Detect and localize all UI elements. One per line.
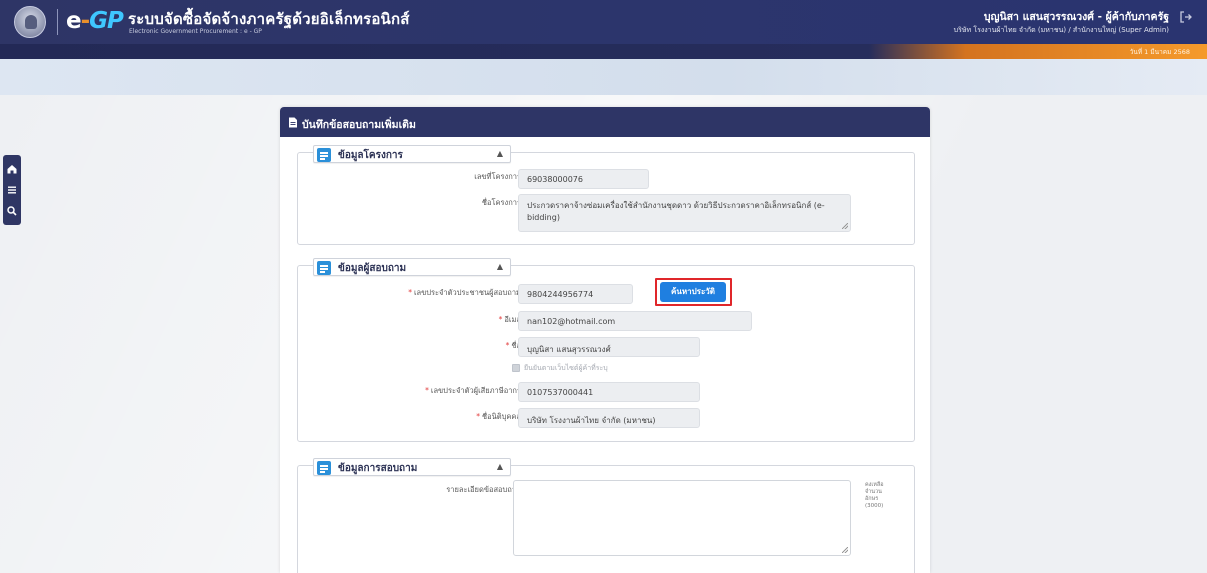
citizen-id-label-text: เลขประจำตัวประชาชนผู้สอบถาม bbox=[413, 288, 521, 297]
home-icon[interactable] bbox=[6, 163, 18, 175]
character-counter: คงเหลือจำนวน อักษร (3000) bbox=[865, 482, 895, 510]
name-field: บุญนิสา แสนสุวรรณวงศ์ bbox=[518, 337, 700, 357]
required-mark: * bbox=[408, 288, 412, 297]
project-name-label: ชื่อโครงการ bbox=[481, 198, 521, 207]
user-organization: บริษัท โรงงานผ้าไทย จำกัด (มหาชน) / สำนั… bbox=[953, 26, 1169, 34]
resize-grip[interactable] bbox=[842, 547, 848, 553]
search-icon[interactable] bbox=[6, 205, 18, 217]
logo-e: e bbox=[66, 8, 82, 34]
date-strip: วันที่ 1 มีนาคม 2568 bbox=[0, 44, 1207, 59]
header-divider bbox=[57, 9, 58, 35]
collapse-caret-icon[interactable]: ▲ bbox=[497, 149, 503, 158]
required-mark: * bbox=[425, 386, 429, 395]
company-field: บริษัท โรงงานผ้าไทย จำกัด (มหาชน) bbox=[518, 408, 700, 428]
top-header: e-GP ระบบจัดซื้อจัดจ้างภาครัฐด้วยอิเล็กท… bbox=[0, 0, 1207, 44]
egp-logo[interactable]: e-GP bbox=[66, 6, 124, 36]
question-section-tab[interactable]: ข้อมูลการสอบถาม ▲ bbox=[313, 458, 511, 476]
counter-line-1: คงเหลือจำนวน bbox=[865, 482, 884, 495]
required-mark: * bbox=[505, 341, 510, 350]
counter-line-2: อักษร bbox=[865, 496, 879, 502]
logo-dash: - bbox=[80, 8, 90, 34]
inquirer-section-tab[interactable]: ข้อมูลผู้สอบถาม ▲ bbox=[313, 258, 511, 276]
counter-value: (3000) bbox=[865, 503, 884, 509]
project-name-text: ประกวดราคาจ้างซ่อมเครื่องใช้สำนักงานชุดด… bbox=[527, 201, 825, 222]
current-date: วันที่ 1 มีนาคม 2568 bbox=[1129, 48, 1190, 56]
section-title: ข้อมูลโครงการ bbox=[338, 150, 403, 161]
section-title: ข้อมูลการสอบถาม bbox=[338, 463, 418, 474]
collapse-caret-icon[interactable]: ▲ bbox=[497, 262, 503, 271]
tax-id-label: * เลขประจำตัวผู้เสียภาษีอากร bbox=[425, 385, 521, 397]
tax-id-label-text: เลขประจำตัวผู้เสียภาษีอากร bbox=[430, 386, 521, 395]
citizen-id-field: 9804244956774 bbox=[518, 284, 633, 304]
project-name-field: ประกวดราคาจ้างซ่อมเครื่องใช้สำนักงานชุดด… bbox=[518, 194, 851, 232]
email-field: nan102@hotmail.com bbox=[518, 311, 752, 331]
user-name[interactable]: บุญนิสา แสนสุวรรณวงศ์ - ผู้ค้ากับภาครัฐ bbox=[984, 8, 1169, 25]
logout-icon[interactable] bbox=[1179, 10, 1193, 24]
list-icon bbox=[317, 148, 331, 162]
project-info-section: ข้อมูลโครงการ ▲ เลขที่โครงการ 6903800007… bbox=[297, 145, 915, 245]
project-no-label: เลขที่โครงการ bbox=[474, 172, 521, 181]
breadcrumb-band bbox=[0, 59, 1207, 95]
side-quick-nav bbox=[3, 155, 21, 225]
collapse-caret-icon[interactable]: ▲ bbox=[497, 462, 503, 471]
section-title: ข้อมูลผู้สอบถาม bbox=[338, 263, 407, 274]
question-detail-label: รายละเอียดข้อสอบถาม bbox=[446, 485, 521, 494]
logo-gp: GP bbox=[89, 8, 124, 34]
question-detail-textarea[interactable] bbox=[513, 480, 851, 556]
card-header: บันทึกข้อสอบถามเพิ่มเติม bbox=[280, 107, 930, 137]
tax-id-field: 0107537000441 bbox=[518, 382, 700, 402]
page-title: บันทึกข้อสอบถามเพิ่มเติม bbox=[302, 119, 416, 131]
project-section-tab[interactable]: ข้อมูลโครงการ ▲ bbox=[313, 145, 511, 163]
highlight-box bbox=[655, 278, 732, 306]
menu-icon[interactable] bbox=[6, 184, 18, 196]
company-label: * ชื่อนิติบุคคล bbox=[476, 411, 521, 423]
system-subtitle: Electronic Government Procurement : e - … bbox=[129, 28, 262, 35]
resize-grip bbox=[842, 223, 848, 229]
document-icon bbox=[289, 117, 297, 128]
government-seal-logo[interactable] bbox=[14, 6, 46, 38]
list-icon bbox=[317, 461, 331, 475]
list-icon bbox=[317, 261, 331, 275]
citizen-id-label: * เลขประจำตัวประชาชนผู้สอบถาม bbox=[408, 287, 521, 299]
inquiry-form-card: บันทึกข้อสอบถามเพิ่มเติม ข้อมูลโครงการ ▲… bbox=[280, 107, 930, 573]
question-info-section: ข้อมูลการสอบถาม ▲ รายละเอียดข้อสอบถาม bbox=[297, 458, 915, 573]
project-no-field: 69038000076 bbox=[518, 169, 649, 189]
confirm-checkbox-label: ยืนยันตามเว็บไซต์ผู้ค้าที่ระบุ bbox=[524, 364, 608, 372]
company-label-text: ชื่อนิติบุคคล bbox=[482, 412, 521, 421]
required-mark: * bbox=[476, 412, 481, 421]
confirm-checkbox[interactable] bbox=[512, 364, 520, 372]
inquirer-info-section: ข้อมูลผู้สอบถาม ▲ * เลขประจำตัวประชาชนผู้… bbox=[297, 258, 915, 442]
required-mark: * bbox=[498, 315, 503, 324]
